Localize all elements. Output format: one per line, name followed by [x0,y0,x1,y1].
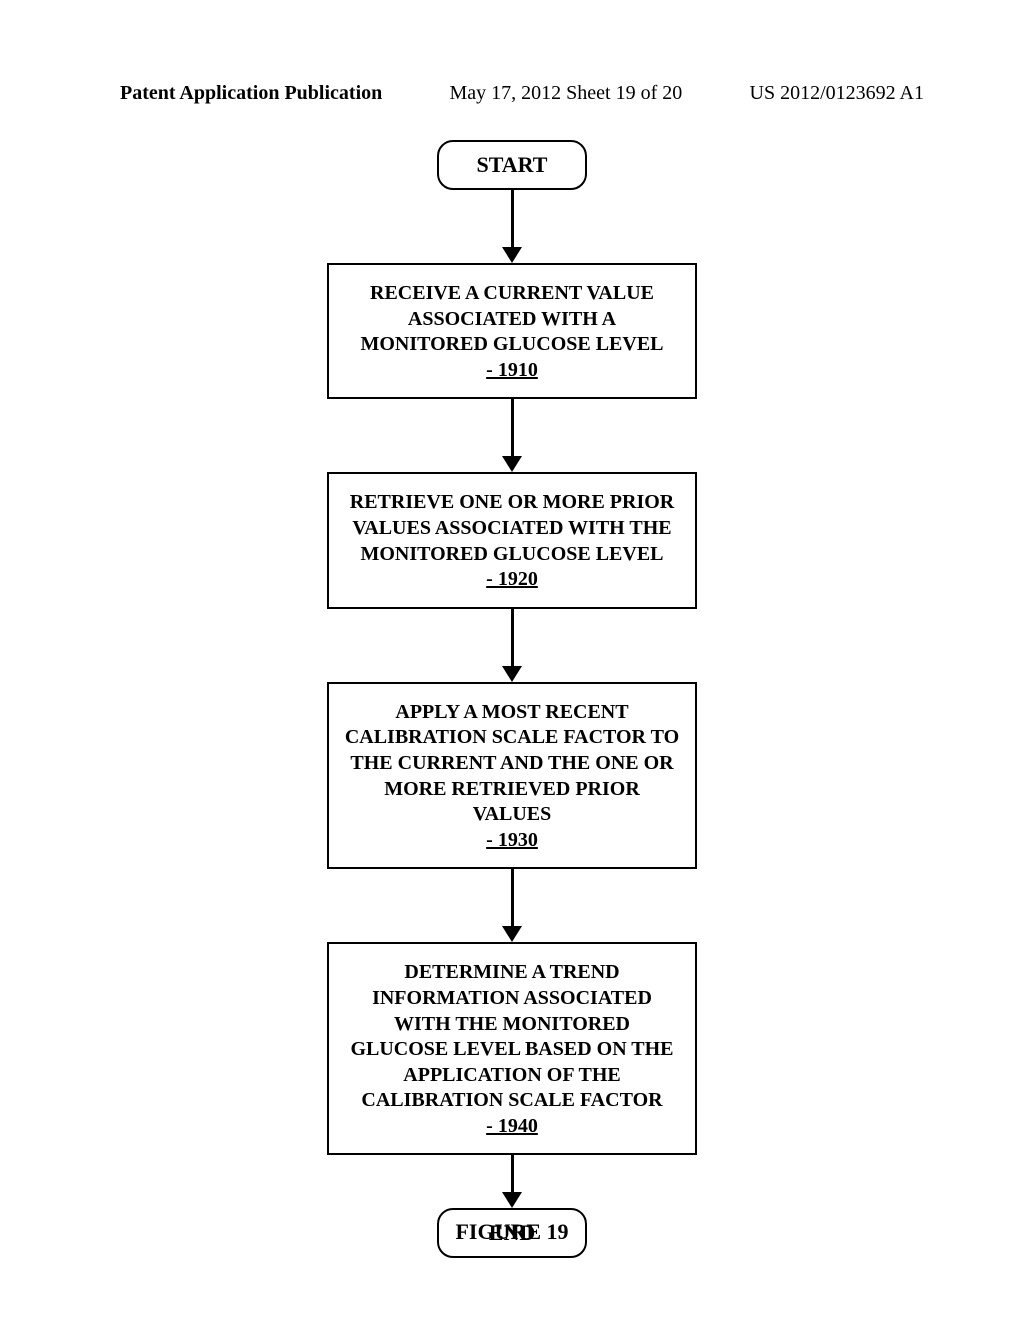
arrow-4 [502,869,522,942]
step-text: RECEIVE A CURRENT VALUE ASSOCIATED WITH … [343,281,681,358]
arrow-1 [502,190,522,263]
start-terminator: START [437,140,587,190]
arrow-head-icon [502,666,522,682]
arrow-head-icon [502,1192,522,1208]
figure-label: FIGURE 19 [455,1219,568,1245]
header: Patent Application Publication May 17, 2… [120,82,924,105]
step-1920: RETRIEVE ONE OR MORE PRIOR VALUES ASSOCI… [327,472,697,608]
step-1910: RECEIVE A CURRENT VALUE ASSOCIATED WITH … [327,263,697,399]
header-date-sheet: May 17, 2012 Sheet 19 of 20 [450,82,683,105]
step-text: RETRIEVE ONE OR MORE PRIOR VALUES ASSOCI… [343,490,681,567]
arrow-head-icon [502,456,522,472]
step-1930: APPLY A MOST RECENT CALIBRATION SCALE FA… [327,682,697,870]
page: Patent Application Publication May 17, 2… [0,0,1024,1320]
step-ref: - 1920 [343,567,681,593]
arrow-line [511,190,514,248]
arrow-2 [502,399,522,472]
header-publication: Patent Application Publication [120,82,382,105]
step-ref: - 1910 [343,358,681,384]
arrow-line [511,609,514,667]
step-ref: - 1930 [343,828,681,854]
arrow-line [511,399,514,457]
step-1940: DETERMINE A TREND INFORMATION ASSOCIATED… [327,942,697,1155]
arrow-line [511,869,514,927]
arrow-head-icon [502,247,522,263]
arrow-line [511,1155,514,1193]
flowchart: START RECEIVE A CURRENT VALUE ASSOCIATED… [327,140,697,1258]
step-text: APPLY A MOST RECENT CALIBRATION SCALE FA… [343,700,681,828]
step-ref: - 1940 [343,1114,681,1140]
arrow-head-icon [502,926,522,942]
step-text: DETERMINE A TREND INFORMATION ASSOCIATED… [343,960,681,1114]
arrow-5 [502,1155,522,1208]
arrow-3 [502,609,522,682]
header-doc-number: US 2012/0123692 A1 [750,82,924,105]
